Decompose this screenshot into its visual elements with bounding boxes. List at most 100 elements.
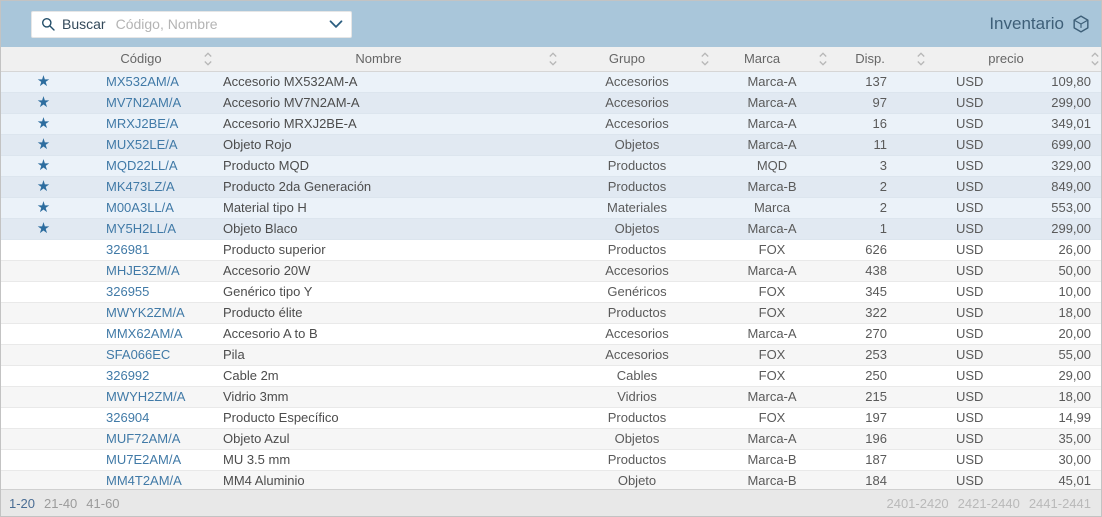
column-header-disp[interactable]: Disp.: [831, 47, 929, 71]
table-row[interactable]: ★ 326981 Producto superior Productos FOX…: [1, 239, 1101, 260]
table-row[interactable]: ★ MUX52LE/A Objeto Rojo Objetos Marca-A …: [1, 134, 1101, 155]
table-row[interactable]: ★ MUF72AM/A Objeto Azul Objetos Marca-A …: [1, 428, 1101, 449]
product-code-link[interactable]: MUX52LE/A: [106, 137, 178, 152]
search-box[interactable]: Buscar: [31, 11, 352, 38]
product-group: Productos: [561, 449, 713, 470]
table-row[interactable]: ★ MWYK2ZM/A Producto élite Productos FOX…: [1, 302, 1101, 323]
table-row[interactable]: ★ MU7E2AM/A MU 3.5 mm Productos Marca-B …: [1, 449, 1101, 470]
product-name: Producto Específico: [216, 407, 561, 428]
page-range-link[interactable]: 1-20: [9, 496, 35, 511]
page-range-link[interactable]: 41-60: [86, 496, 119, 511]
search-dropdown-chevron-icon[interactable]: [329, 20, 343, 29]
page-range-link[interactable]: 21-40: [44, 496, 77, 511]
sort-icon[interactable]: [203, 51, 213, 66]
product-availability: 197: [831, 407, 929, 428]
table-row[interactable]: ★ MK473LZ/A Producto 2da Generación Prod…: [1, 176, 1101, 197]
table-row[interactable]: ★ MX532AM/A Accesorio MX532AM-A Accesori…: [1, 71, 1101, 92]
product-name: Producto MQD: [216, 155, 561, 176]
product-code-link[interactable]: MM4T2AM/A: [106, 473, 182, 488]
product-code-link[interactable]: MY5H2LL/A: [106, 221, 176, 236]
product-code-link[interactable]: MWYH2ZM/A: [106, 389, 185, 404]
product-code-link[interactable]: M00A3LL/A: [106, 200, 174, 215]
page-range-link[interactable]: 2441-2441: [1029, 496, 1091, 511]
product-group: Cables: [561, 365, 713, 386]
price-currency: USD: [956, 198, 983, 218]
page-range-link[interactable]: 2421-2440: [958, 496, 1020, 511]
sort-icon[interactable]: [700, 51, 710, 66]
favorite-star-icon[interactable]: ★: [37, 94, 50, 111]
table-row[interactable]: ★ 326904 Producto Específico Productos F…: [1, 407, 1101, 428]
inventory-table: Código Nombre Grupo: [1, 47, 1101, 489]
table-row[interactable]: ★ 326992 Cable 2m Cables FOX 250 USD 29,…: [1, 365, 1101, 386]
product-availability: 2: [831, 197, 929, 218]
product-brand: Marca-A: [713, 71, 831, 92]
table-row[interactable]: ★ M00A3LL/A Material tipo H Materiales M…: [1, 197, 1101, 218]
product-code-link[interactable]: MWYK2ZM/A: [106, 305, 185, 320]
search-input[interactable]: [116, 16, 323, 32]
product-code-link[interactable]: MQD22LL/A: [106, 158, 178, 173]
product-availability: 16: [831, 113, 929, 134]
product-code-link[interactable]: 326904: [106, 410, 149, 425]
sort-icon[interactable]: [818, 51, 828, 66]
product-code-link[interactable]: 326955: [106, 284, 149, 299]
product-brand: Marca-A: [713, 218, 831, 239]
sort-icon[interactable]: [916, 51, 926, 66]
table-row[interactable]: ★ MWYH2ZM/A Vidrio 3mm Vidrios Marca-A 2…: [1, 386, 1101, 407]
favorite-star-icon[interactable]: ★: [37, 220, 50, 237]
product-name: Producto 2da Generación: [216, 176, 561, 197]
product-brand: Marca-A: [713, 260, 831, 281]
favorite-star-icon[interactable]: ★: [37, 73, 50, 90]
favorite-star-icon[interactable]: ★: [37, 157, 50, 174]
product-code-link[interactable]: MHJE3ZM/A: [106, 263, 180, 278]
product-code-link[interactable]: SFA066EC: [106, 347, 170, 362]
page-range-link[interactable]: 2401-2420: [886, 496, 948, 511]
product-code-link[interactable]: MX532AM/A: [106, 74, 179, 89]
favorite-star-icon[interactable]: ★: [37, 178, 50, 195]
product-name: Pila: [216, 344, 561, 365]
search-icon: [41, 17, 55, 31]
product-brand: Marca-B: [713, 470, 831, 489]
column-header-marca[interactable]: Marca: [713, 47, 831, 71]
column-header-precio[interactable]: precio: [929, 47, 1101, 71]
price-amount: 55,00: [1058, 345, 1091, 365]
price-currency: USD: [956, 219, 983, 239]
product-code-link[interactable]: MK473LZ/A: [106, 179, 175, 194]
product-code-link[interactable]: 326981: [106, 242, 149, 257]
pagination-bar: 1-20 21-40 41-60 2401-2420 2421-2440 2441-24…: [1, 489, 1101, 516]
column-header-codigo[interactable]: Código: [86, 47, 216, 71]
product-name: Objeto Rojo: [216, 134, 561, 155]
table-row[interactable]: ★ SFA066EC Pila Accesorios FOX 253 USD 5…: [1, 344, 1101, 365]
table-row[interactable]: ★ MY5H2LL/A Objeto Blaco Objetos Marca-A…: [1, 218, 1101, 239]
table-row[interactable]: ★ MRXJ2BE/A Accesorio MRXJ2BE-A Accesori…: [1, 113, 1101, 134]
product-availability: 187: [831, 449, 929, 470]
product-brand: Marca: [713, 197, 831, 218]
product-code-link[interactable]: MV7N2AM/A: [106, 95, 181, 110]
favorite-star-icon[interactable]: ★: [37, 199, 50, 216]
pagination-right: 2401-2420 2421-2440 2441-2441: [886, 496, 1091, 511]
price-currency: USD: [956, 366, 983, 386]
table-row[interactable]: ★ MMX62AM/A Accesorio A to B Accesorios …: [1, 323, 1101, 344]
table-body: ★ MX532AM/A Accesorio MX532AM-A Accesori…: [1, 71, 1101, 489]
sort-icon[interactable]: [1090, 51, 1100, 66]
product-code-link[interactable]: MRXJ2BE/A: [106, 116, 178, 131]
table-row[interactable]: ★ MV7N2AM/A Accesorio MV7N2AM-A Accesori…: [1, 92, 1101, 113]
product-group: Vidrios: [561, 386, 713, 407]
product-code-link[interactable]: MMX62AM/A: [106, 326, 183, 341]
favorite-star-icon[interactable]: ★: [37, 136, 50, 153]
inventory-app-window: Buscar Inventario: [0, 0, 1102, 517]
table-row[interactable]: ★ MM4T2AM/A MM4 Aluminio Objeto Marca-B …: [1, 470, 1101, 489]
column-header-nombre[interactable]: Nombre: [216, 47, 561, 71]
product-name: Objeto Azul: [216, 428, 561, 449]
product-code-link[interactable]: MU7E2AM/A: [106, 452, 181, 467]
table-row[interactable]: ★ 326955 Genérico tipo Y Genéricos FOX 3…: [1, 281, 1101, 302]
favorite-star-icon[interactable]: ★: [37, 115, 50, 132]
price-amount: 18,00: [1058, 303, 1091, 323]
price-amount: 349,01: [1051, 114, 1091, 134]
product-code-link[interactable]: 326992: [106, 368, 149, 383]
product-code-link[interactable]: MUF72AM/A: [106, 431, 180, 446]
product-availability: 270: [831, 323, 929, 344]
table-row[interactable]: ★ MHJE3ZM/A Accesorio 20W Accesorios Mar…: [1, 260, 1101, 281]
sort-icon[interactable]: [548, 51, 558, 66]
column-header-grupo[interactable]: Grupo: [561, 47, 713, 71]
table-row[interactable]: ★ MQD22LL/A Producto MQD Productos MQD 3…: [1, 155, 1101, 176]
